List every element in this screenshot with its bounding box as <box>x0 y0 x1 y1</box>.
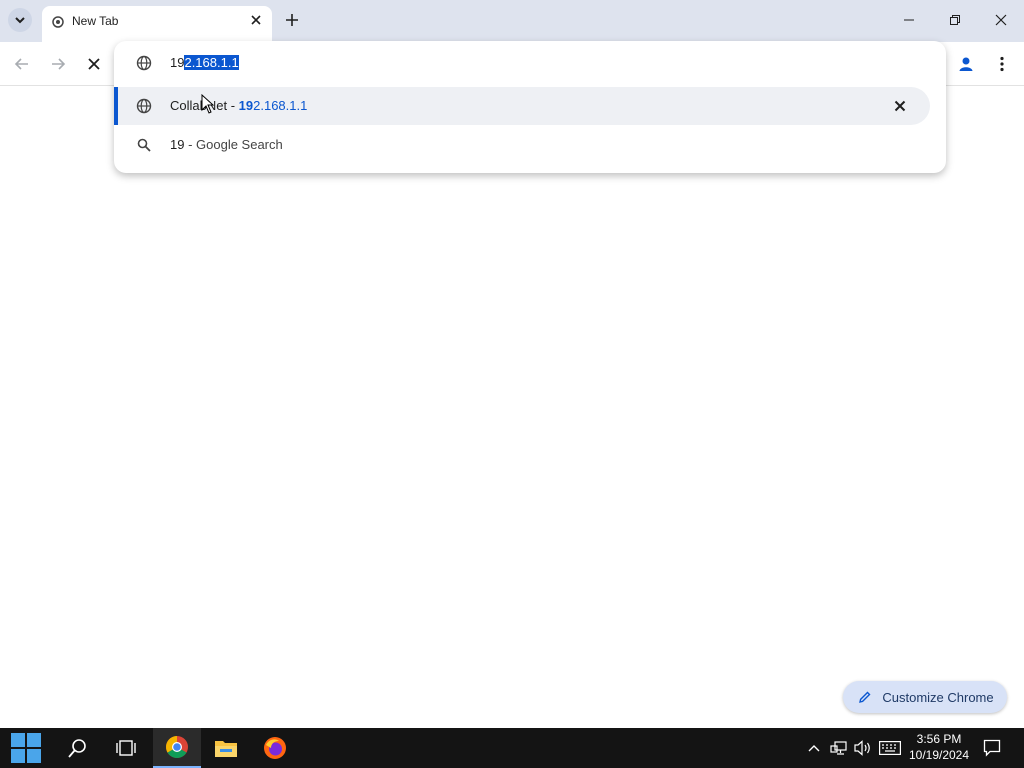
folder-icon <box>215 741 237 757</box>
taskbar-file-explorer[interactable] <box>202 728 250 768</box>
stop-icon <box>88 58 100 70</box>
globe-icon <box>136 55 152 71</box>
chrome-menu-button[interactable] <box>990 52 1014 76</box>
start-button[interactable] <box>2 728 50 768</box>
forward-arrow-icon <box>52 58 66 70</box>
suggestion-url-rest: 2.168.1.1 <box>253 98 308 113</box>
show-hidden-icons-button[interactable] <box>806 736 822 760</box>
taskbar-search-button[interactable] <box>54 728 102 768</box>
chrome-favicon-icon <box>52 16 64 28</box>
chrome-icon <box>166 736 188 758</box>
clock-date: 10/19/2024 <box>908 748 970 762</box>
minimize-icon <box>904 19 914 21</box>
stop-loading-button[interactable] <box>82 52 106 76</box>
firefox-icon <box>264 737 286 759</box>
mouse-cursor-icon <box>201 94 215 114</box>
omnibox-popup: 192.168.1.1 CollabNet - 192.168.1.1 19 -… <box>114 41 946 173</box>
suggestion-url-match: 19 <box>238 98 254 113</box>
selection-indicator <box>114 87 118 125</box>
suggestion-text: 19 - Google Search <box>170 137 283 152</box>
windows-logo-icon <box>11 733 41 763</box>
restore-button[interactable] <box>941 8 969 32</box>
back-button[interactable] <box>10 52 34 76</box>
tab-search-button[interactable] <box>8 8 32 32</box>
restore-icon <box>950 15 960 25</box>
customize-chrome-button[interactable]: Customize Chrome <box>843 681 1007 713</box>
network-button[interactable] <box>829 736 849 760</box>
clock-time: 3:56 PM <box>916 732 962 746</box>
address-input[interactable]: 192.168.1.1 <box>170 54 239 72</box>
customize-label: Customize Chrome <box>882 689 994 705</box>
remove-suggestion-icon[interactable] <box>892 98 908 114</box>
taskbar-firefox[interactable] <box>251 728 299 768</box>
chevron-down-icon <box>15 17 25 24</box>
title-bar: New Tab <box>0 0 1024 42</box>
search-icon <box>68 739 86 758</box>
suggestion-item[interactable]: CollabNet - 192.168.1.1 <box>114 87 930 125</box>
pencil-icon <box>859 691 871 703</box>
tab-new-tab[interactable]: New Tab <box>42 6 272 42</box>
globe-icon <box>136 98 152 114</box>
close-icon <box>995 14 1007 26</box>
chevron-up-icon <box>808 745 820 752</box>
suggestion-text: CollabNet - 192.168.1.1 <box>170 98 307 113</box>
close-window-button[interactable] <box>987 8 1015 32</box>
task-view-icon <box>116 740 136 756</box>
close-tab-icon[interactable] <box>248 12 264 28</box>
back-arrow-icon <box>14 58 28 70</box>
volume-button[interactable] <box>853 736 873 760</box>
taskbar: 3:56 PM 10/19/2024 <box>0 728 1024 768</box>
taskbar-chrome[interactable] <box>153 728 201 768</box>
forward-button[interactable] <box>46 52 70 76</box>
minimize-button[interactable] <box>895 8 923 32</box>
tab-title: New Tab <box>72 14 119 28</box>
suggestion-item[interactable]: 19 - Google Search <box>114 127 930 163</box>
notifications-button[interactable] <box>982 736 1002 760</box>
volume-icon <box>854 740 870 756</box>
keyboard-icon <box>879 741 901 755</box>
new-tab-plus-icon[interactable] <box>282 10 302 30</box>
network-icon <box>830 741 847 755</box>
search-icon <box>137 138 151 152</box>
suggestion-url: 192.168.1.1 <box>239 98 308 113</box>
autocomplete-selection: 2.168.1.1 <box>184 55 239 70</box>
suggestion-suffix: - Google Search <box>184 137 283 152</box>
suggestion-separator: - <box>227 98 239 113</box>
clock[interactable]: 3:56 PM 10/19/2024 <box>906 731 972 763</box>
kebab-menu-icon <box>1000 56 1004 72</box>
suggestion-title: CollabNet <box>170 98 228 113</box>
profile-button[interactable] <box>954 52 978 76</box>
notification-icon <box>983 739 1001 757</box>
task-view-button[interactable] <box>102 728 150 768</box>
keyboard-button[interactable] <box>878 736 902 760</box>
profile-person-icon <box>959 57 973 71</box>
suggestion-query: 19 <box>170 137 185 152</box>
typed-text: 19 <box>170 55 185 70</box>
